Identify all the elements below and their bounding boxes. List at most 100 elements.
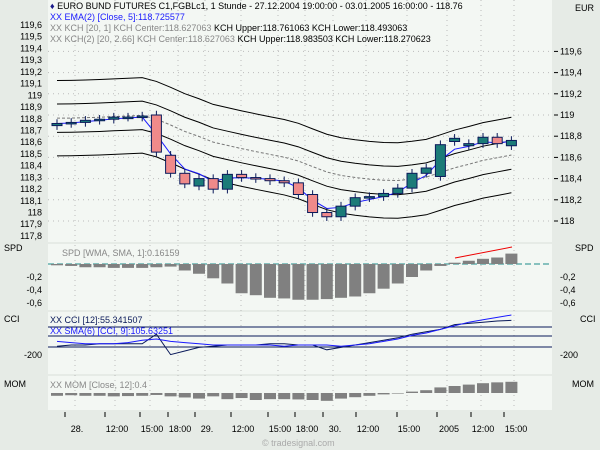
mom-bar: [434, 387, 447, 393]
candle: [321, 212, 333, 218]
right-tick-label: 119,6: [560, 46, 582, 56]
watermark: © tradesignal.com: [262, 438, 335, 448]
mom-bar: [221, 393, 234, 400]
spd-bar: [93, 264, 106, 268]
left-tick-label: 118,1: [20, 196, 42, 206]
candle: [307, 194, 319, 214]
candle: [278, 180, 290, 184]
spd-bar: [249, 264, 262, 296]
spd-tick-label-right: -0,6: [560, 298, 576, 308]
mom-bar: [178, 393, 191, 398]
mom-bar: [193, 393, 205, 399]
mom-bar: [335, 393, 347, 399]
spd-bar: [51, 264, 63, 266]
spd-bar: [292, 264, 305, 300]
left-tick-label: 119,1: [20, 79, 42, 89]
candle: [179, 172, 191, 185]
right-tick-label: 118,2: [560, 195, 582, 205]
left-tick-label: 117,9: [20, 219, 42, 229]
left-tick-label: 118,6: [20, 137, 42, 147]
mom-bar: [278, 393, 291, 400]
left-tick-label: 118,7: [20, 125, 42, 135]
mom-bar: [207, 393, 220, 397]
candle: [79, 119, 91, 123]
mom-bar: [462, 384, 475, 393]
mom-bar: [93, 393, 106, 396]
legend-cci[interactable]: XX CCI [12]:55.341507: [50, 315, 143, 325]
spd-bar: [79, 264, 92, 268]
legend-cci-sma[interactable]: XX SMA(6) [CCI, 9]:105.63251: [50, 326, 173, 336]
mom-bar: [136, 393, 149, 396]
candle: [335, 205, 347, 218]
mom-bar: [477, 383, 489, 393]
x-tick-label: 12:00: [472, 424, 495, 434]
candle: [349, 197, 361, 207]
left-tick-label: 119: [28, 90, 42, 100]
candle: [122, 116, 134, 120]
spd-tick-label-right: -0,4: [560, 285, 576, 295]
right-tick-label: 118,8: [560, 131, 582, 141]
spd-bar: [164, 264, 177, 267]
spd-bar: [477, 258, 489, 264]
right-tick-label: 119,4: [560, 68, 582, 78]
mom-bar: [107, 393, 120, 397]
candle: [150, 114, 162, 153]
instrument-icon: ♦: [50, 1, 55, 11]
mom-bar: [320, 393, 333, 401]
mom-bar: [164, 393, 177, 397]
candle: [477, 136, 489, 145]
candle: [378, 192, 390, 198]
legend-ema[interactable]: XX EMA(2) [Close, 5]:118.725577: [50, 12, 185, 22]
spd-bar: [264, 264, 276, 298]
legend-spd[interactable]: SPD [WMA, SMA, 1]:0.16159: [62, 248, 180, 258]
candle: [193, 178, 205, 187]
mom-bar: [122, 393, 134, 397]
x-tick-label: 15:00: [398, 424, 421, 434]
legend-kch1[interactable]: XX KCH [20, 1] KCH Center:118.627063 KCH…: [50, 23, 407, 33]
mom-bar: [391, 393, 404, 394]
x-tick-label: 29.: [201, 424, 214, 434]
right-tick-label: 118: [560, 216, 574, 226]
left-tick-label: 119,6: [20, 20, 42, 30]
candle: [94, 118, 106, 122]
spd-bar: [278, 264, 291, 299]
candle: [363, 196, 375, 199]
spd-bar: [320, 264, 333, 300]
left-tick-label: 118,5: [20, 149, 42, 159]
left-tick-label: 118,9: [20, 102, 42, 112]
mom-bar: [150, 393, 163, 395]
left-tick-label: 118,4: [20, 161, 42, 171]
candle: [136, 115, 148, 119]
panel-label-spd: SPD: [4, 243, 23, 253]
mom-bar: [79, 393, 92, 396]
mom-bar: [292, 393, 305, 400]
x-tick-label: 15:00: [141, 424, 164, 434]
mom-bar: [377, 393, 390, 395]
cci-tick-label: -200: [24, 350, 42, 360]
panel-label-mom: MOM: [4, 379, 26, 389]
candle: [236, 173, 248, 179]
left-tick-label: 118,2: [20, 184, 42, 194]
mom-bar: [306, 393, 319, 400]
x-tick-label: 2005: [439, 424, 459, 434]
candle: [434, 144, 446, 177]
spd-bar: [391, 264, 404, 284]
right-tick-label: 119: [560, 110, 574, 120]
mom-bar: [505, 381, 518, 393]
candle: [392, 187, 404, 194]
x-tick-label: 12:00: [357, 424, 380, 434]
candle: [165, 154, 177, 174]
left-tick-label: 118: [28, 208, 42, 218]
candle: [449, 137, 461, 143]
left-tick-label: 119,3: [20, 55, 42, 65]
candle: [51, 122, 63, 127]
candle: [108, 116, 120, 120]
legend-kch2[interactable]: XX KCH(2) [20, 2.66] KCH Center:118.6270…: [50, 34, 431, 44]
x-tick-label: 15:00: [505, 424, 528, 434]
mom-bar: [65, 393, 78, 396]
spd-bar: [462, 260, 475, 264]
mom-bar: [406, 391, 418, 393]
mom-bar: [349, 393, 362, 398]
legend-mom[interactable]: XX MOM [Close, 12]:0.4: [50, 380, 147, 390]
mom-bar: [235, 393, 248, 399]
